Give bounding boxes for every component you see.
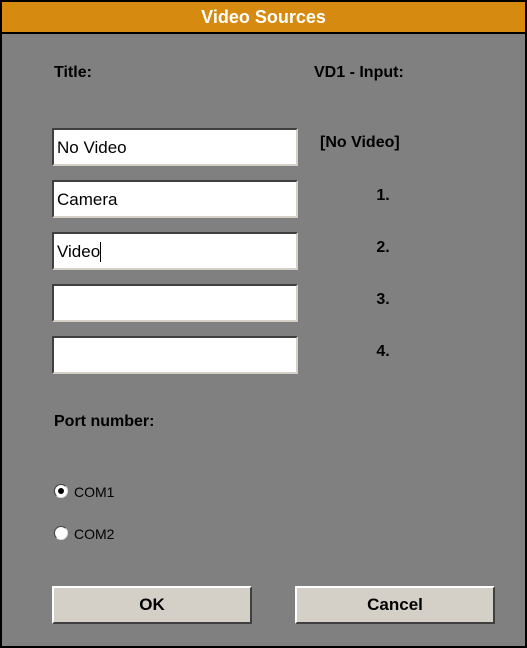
source-input-label-4: 4. — [376, 343, 390, 360]
source-title-text-2: Video — [57, 242, 102, 262]
input-column-label: VD1 - Input: — [314, 64, 404, 81]
text-caret — [100, 242, 102, 262]
source-title-value-0: No Video — [57, 138, 127, 157]
source-input-label-2: 2. — [376, 239, 390, 256]
source-title-field-1[interactable]: Camera — [52, 180, 298, 218]
source-title-field-3[interactable] — [52, 284, 298, 322]
video-sources-dialog: Video Sources Title: VD1 - Input: No Vid… — [0, 0, 527, 648]
title-column-label: Title: — [54, 64, 92, 81]
port-number-label: Port number: — [54, 413, 155, 430]
ok-button[interactable]: OK — [52, 586, 252, 624]
source-title-field-2[interactable]: Video — [52, 232, 298, 270]
source-title-field-0[interactable]: No Video — [52, 128, 298, 166]
radio-selected-icon[interactable] — [54, 484, 68, 498]
radio-unselected-icon[interactable] — [54, 526, 68, 540]
cancel-button[interactable]: Cancel — [295, 586, 495, 624]
source-input-label-1: 1. — [376, 187, 390, 204]
source-title-value-1: Camera — [57, 190, 118, 209]
source-input-label-3: 3. — [376, 291, 390, 308]
port-option-label-com2: COM2 — [74, 526, 115, 542]
source-title-field-4[interactable] — [52, 336, 298, 374]
dialog-title: Video Sources — [2, 0, 525, 34]
radio-dot-icon — [58, 488, 64, 494]
source-title-value-2: Video — [57, 242, 101, 261]
source-input-label-0: [No Video] — [320, 134, 400, 151]
port-option-label-com1: COM1 — [74, 484, 115, 500]
